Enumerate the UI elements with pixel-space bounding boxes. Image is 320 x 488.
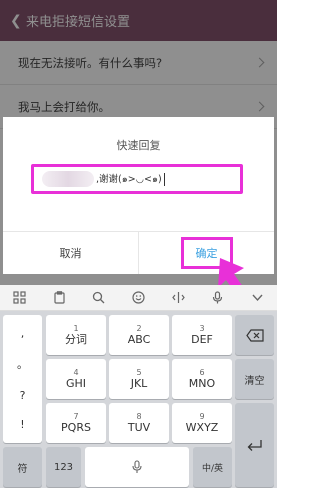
space-key[interactable] <box>85 447 189 487</box>
enter-icon <box>247 439 262 451</box>
emoji-icon[interactable] <box>128 288 148 308</box>
key-number: 6 <box>199 368 205 377</box>
key-number: 8 <box>136 412 142 421</box>
key-letters: PQRS <box>61 421 91 434</box>
blurred-text <box>42 171 94 187</box>
lang-label: 中/英 <box>201 463 224 474</box>
microphone-icon <box>132 460 142 473</box>
key-number: 2 <box>136 324 142 333</box>
key-number: 5 <box>136 368 142 377</box>
key-8[interactable]: 8 TUV <box>109 403 169 443</box>
key-letters: 分词 <box>65 333 87 346</box>
number-key[interactable]: 123 <box>46 447 81 487</box>
symbol-key[interactable]: 符 <box>3 447 42 487</box>
symbol-column[interactable]: , 。 ? ! <box>3 315 42 443</box>
symbol-label: 符 <box>17 463 28 475</box>
key-number: 4 <box>73 368 79 377</box>
key-number: 3 <box>199 324 205 333</box>
language-toggle-key[interactable]: 中/英 <box>193 447 232 487</box>
quick-reply-dialog: 快速回复 ,谢谢(๑>◡<๑) 取消 确定 <box>3 117 274 274</box>
symbol-key[interactable]: , <box>21 327 25 340</box>
backspace-key[interactable] <box>235 315 274 355</box>
key-letters: MNO <box>188 377 216 390</box>
key-number: 1 <box>73 324 79 333</box>
collapse-keyboard-icon[interactable] <box>247 288 267 308</box>
key-letters: WXYZ <box>185 421 219 434</box>
cancel-button[interactable]: 取消 <box>3 232 139 274</box>
number-label: 123 <box>53 461 74 473</box>
cancel-label: 取消 <box>59 247 82 260</box>
keyboard-toolbar <box>0 285 277 311</box>
key-6[interactable]: 6 MNO <box>172 359 232 399</box>
key-7[interactable]: 7 PQRS <box>46 403 106 443</box>
reply-input[interactable]: ,谢谢(๑>◡<๑) <box>31 164 243 194</box>
keyboard: , 。 ? ! 1 分词 2 ABC 3 DEF 4 GHI 5 JKL 6 M… <box>0 311 277 488</box>
search-icon[interactable] <box>89 288 109 308</box>
microphone-icon[interactable] <box>208 288 228 308</box>
text-cursor <box>163 172 165 186</box>
key-letters: ABC <box>127 333 151 346</box>
key-1[interactable]: 1 分词 <box>46 315 106 355</box>
key-3[interactable]: 3 DEF <box>172 315 232 355</box>
input-value: ,谢谢(๑>◡<๑) <box>96 174 162 185</box>
symbol-key[interactable]: ! <box>20 418 24 431</box>
key-4[interactable]: 4 GHI <box>46 359 106 399</box>
enter-key[interactable] <box>235 403 274 487</box>
dialog-title: 快速回复 <box>116 139 161 152</box>
key-number: 9 <box>199 412 205 421</box>
key-number: 7 <box>73 412 79 421</box>
symbol-key[interactable]: 。 <box>17 356 28 372</box>
clear-key[interactable]: 清空 <box>235 359 274 399</box>
clear-label: 清空 <box>244 375 265 387</box>
symbol-key[interactable]: ? <box>20 389 26 402</box>
key-letters: TUV <box>127 421 151 434</box>
cursor-icon[interactable] <box>168 288 188 308</box>
backspace-icon <box>245 328 264 342</box>
key-letters: JKL <box>130 377 148 390</box>
key-5[interactable]: 5 JKL <box>109 359 169 399</box>
key-2[interactable]: 2 ABC <box>109 315 169 355</box>
key-9[interactable]: 9 WXYZ <box>172 403 232 443</box>
clipboard-icon[interactable] <box>49 288 69 308</box>
grid-icon[interactable] <box>10 288 30 308</box>
key-letters: DEF <box>191 333 213 346</box>
key-letters: GHI <box>65 377 87 390</box>
